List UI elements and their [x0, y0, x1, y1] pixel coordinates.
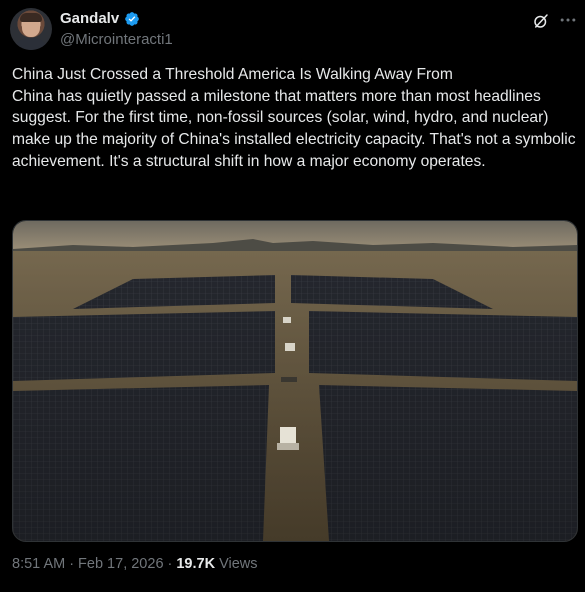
avatar[interactable]	[10, 8, 52, 50]
author-display-name[interactable]: Gandalv	[60, 10, 119, 27]
separator: ·	[167, 556, 173, 572]
tweet-metadata: 8:51 AM · Feb 17, 2026 · 19.7K Views	[12, 556, 257, 572]
grok-icon[interactable]	[532, 12, 550, 30]
views-label: Views	[219, 556, 258, 572]
verified-badge-icon	[125, 11, 140, 26]
floating-solar-farm-photo	[13, 221, 577, 541]
more-options-icon[interactable]	[558, 10, 578, 30]
separator: ·	[69, 556, 75, 572]
tweet-text: China Just Crossed a Threshold America I…	[12, 66, 576, 170]
author-handle[interactable]: @Microinteracti1	[60, 31, 173, 48]
views-count: 19.7K	[176, 556, 216, 572]
post-date[interactable]: Feb 17, 2026	[78, 556, 163, 572]
tweet-photo[interactable]	[12, 220, 578, 542]
author-name-row: Gandalv	[60, 10, 140, 27]
post-time[interactable]: 8:51 AM	[12, 556, 65, 572]
tweet: Gandalv @Microinteracti1 China Just Cros…	[0, 0, 585, 592]
